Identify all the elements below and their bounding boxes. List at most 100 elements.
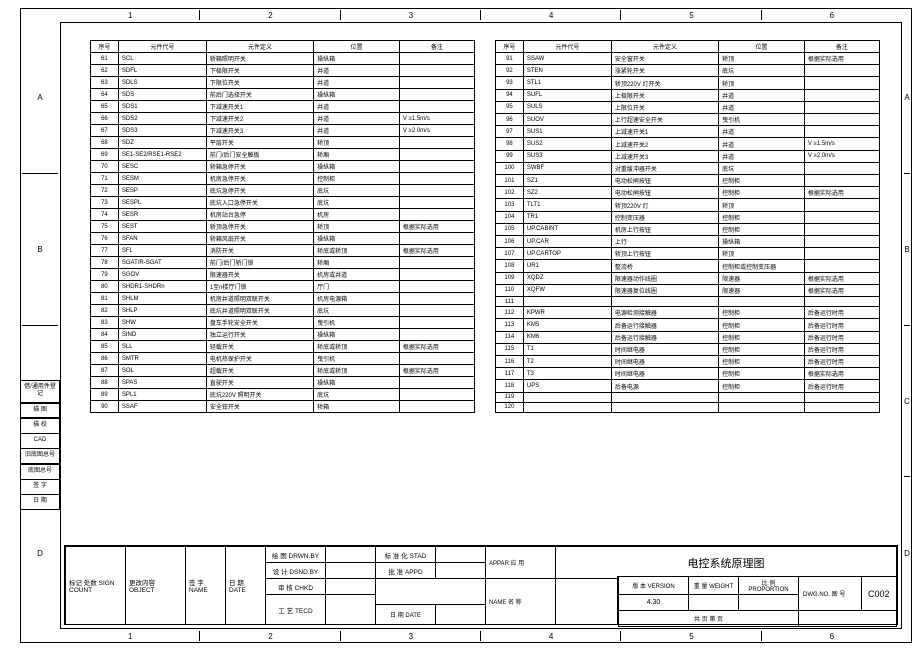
cell-r: [804, 223, 879, 235]
cell-r: 根据实际选用: [804, 53, 879, 65]
ruler-row: A: [902, 22, 912, 174]
tb-version: 4.30: [619, 595, 689, 611]
cell-c: SDZ: [118, 137, 206, 149]
cell-l: 控制柜: [314, 173, 400, 185]
cell-d: 电源检测接触器: [611, 307, 718, 319]
cell-l: 控制柜: [719, 175, 805, 187]
cell-d: 下限位开关: [206, 77, 313, 89]
title-block: 标记 处数 SIGN COUNT 更改内容 OBJECT 签 字 NAME 日 …: [64, 545, 898, 625]
table-row: 99SUS3上减速开关3井道V ≥2.0m/s: [496, 150, 880, 162]
cell-r: [804, 126, 879, 138]
cell-c: SHDR1-SHDRn: [118, 281, 206, 293]
cell-c: SZ1: [523, 175, 611, 187]
cell-r: 根据实际选用: [399, 365, 474, 377]
cell-l: 底坑: [314, 305, 400, 317]
th-seq: 序号: [496, 41, 524, 53]
table-row: 64SDS前后门选择开关操纵箱: [91, 89, 475, 101]
cell-d: 下减速开关3: [206, 125, 313, 137]
cell-d: 前门/后门安全触板: [206, 149, 313, 161]
cell-n: 82: [91, 305, 119, 317]
drawing-page: 1 2 3 4 5 6 1 2 3 4 5 6 A B C D A B C D …: [0, 0, 920, 651]
cell-d: 涨紧轮开关: [611, 65, 718, 77]
cell-r: [804, 236, 879, 248]
cell-d: 底坑入口急停开关: [206, 197, 313, 209]
th-rem: 备注: [804, 41, 879, 53]
cell-n: 120: [496, 402, 524, 412]
th-code: 元件代号: [118, 41, 206, 53]
cell-l: 机房或井道: [314, 269, 400, 281]
cell-r: [399, 209, 474, 221]
cell-r: [399, 377, 474, 389]
cell-n: 111: [496, 297, 524, 307]
cell-d: [611, 392, 718, 402]
cell-l: 限速器: [719, 284, 805, 296]
table-row: 80SHDR1-SHDRn1至n楼厅门锁厅门: [91, 281, 475, 293]
cell-n: 86: [91, 353, 119, 365]
cell-n: 67: [91, 125, 119, 137]
cell-r: [399, 137, 474, 149]
cell-l: 井道: [719, 150, 805, 162]
cell-l: 井道: [719, 89, 805, 101]
cell-r: [399, 281, 474, 293]
cell-r: [399, 233, 474, 245]
cell-n: 109: [496, 272, 524, 284]
cell-c: SGAT/R-SGAT: [118, 257, 206, 269]
cell-r: 根据实际选用: [804, 187, 879, 199]
cell-l: 限速器: [719, 272, 805, 284]
cell-n: 83: [91, 317, 119, 329]
table-row: 84SIND独立运行开关操纵箱: [91, 329, 475, 341]
tb-dsnd: 设 计 DSND.BY: [266, 563, 326, 579]
cell-l: 操纵箱: [314, 377, 400, 389]
cell-n: 91: [496, 53, 524, 65]
cell-d: 直驶开关: [206, 377, 313, 389]
cell-r: [399, 317, 474, 329]
cell-r: [804, 297, 879, 307]
cell-d: [611, 297, 718, 307]
tb-version-lbl: 版 本 VERSION: [619, 577, 689, 595]
cell-c: SUS1: [523, 126, 611, 138]
tb-change: 更改内容 OBJECT: [126, 547, 186, 625]
cell-c: SDS1: [118, 101, 206, 113]
cell-l: 操纵箱: [314, 89, 400, 101]
cell-r: [399, 149, 474, 161]
cell-d: 电动松闸按钮: [611, 187, 718, 199]
cell-d: 前后门选择开关: [206, 89, 313, 101]
tb-date: 日 期 DATE: [226, 547, 266, 625]
cell-l: 井道: [314, 77, 400, 89]
cell-d: 机房站台急停: [206, 209, 313, 221]
cell-l: [719, 392, 805, 402]
cell-l: 井道: [314, 101, 400, 113]
cell-r: [804, 162, 879, 174]
cell-n: 89: [91, 389, 119, 401]
table-row: 82SHLP底坑井道照明双联开关底坑: [91, 305, 475, 317]
cell-c: STL1: [523, 77, 611, 89]
table-row: 69SE1-SE2/RSE1-RSE2前门/后门安全触板轿厢: [91, 149, 475, 161]
cell-r: 根据实际选用: [399, 341, 474, 353]
cell-c: STEN: [523, 65, 611, 77]
cell-r: 后备运行时用: [804, 319, 879, 331]
cell-d: 机房急停开关: [206, 173, 313, 185]
cell-d: 时间继电器: [611, 343, 718, 355]
table-row: 75SEST轿顶急停开关轿顶根据实际选用: [91, 221, 475, 233]
ruler-right: A B C D: [902, 22, 912, 629]
cell-n: 68: [91, 137, 119, 149]
cell-r: [399, 293, 474, 305]
cell-d: 电动松闸按钮: [611, 175, 718, 187]
cell-d: 安全窗开关: [611, 53, 718, 65]
sidebar-box: 描 图: [20, 403, 60, 419]
cell-c: SCL: [118, 53, 206, 65]
cell-n: 66: [91, 113, 119, 125]
cell-l: 井道: [719, 101, 805, 113]
tb-sig: 签 字 NAME: [186, 547, 226, 625]
cell-c: SDS3: [118, 125, 206, 137]
table-row: 119: [496, 392, 880, 402]
cell-r: [804, 89, 879, 101]
ruler-col: 5: [621, 8, 761, 22]
cell-d: 轿箱照明开关: [206, 53, 313, 65]
cell-l: 控制柜或控制变压器: [719, 260, 805, 272]
cell-c: XQDZ: [523, 272, 611, 284]
sidebar-box: 底图总号: [20, 464, 60, 480]
cell-r: [399, 353, 474, 365]
cell-n: 119: [496, 392, 524, 402]
cell-l: 控制柜: [719, 319, 805, 331]
